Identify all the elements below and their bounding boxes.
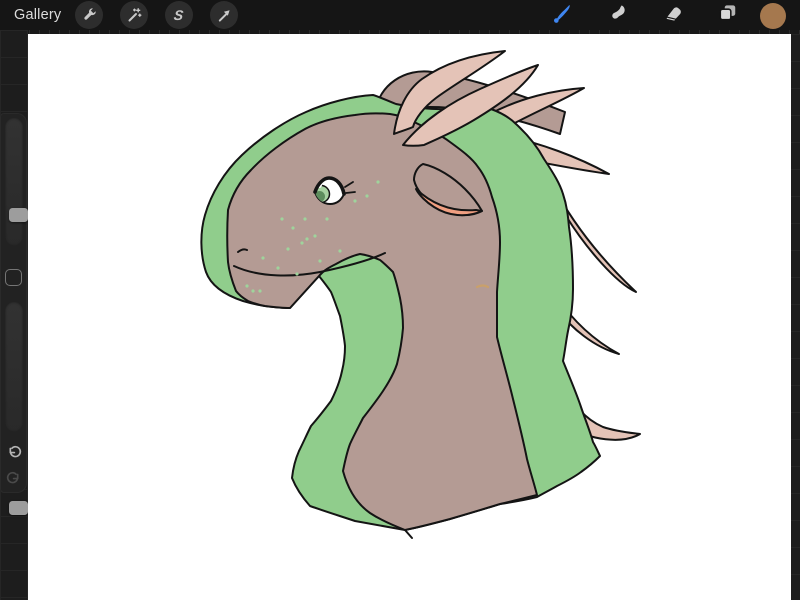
- undo-arrow-icon: [5, 444, 23, 467]
- s-curve-icon: S: [173, 7, 185, 23]
- top-toolbar: Gallery S: [0, 0, 800, 30]
- cursor-arrow-icon: [215, 6, 233, 24]
- undo-button[interactable]: [4, 446, 23, 465]
- square-modify-button[interactable]: [5, 269, 22, 286]
- magic-wand-icon: [125, 6, 143, 24]
- paintbrush-icon: [551, 2, 573, 29]
- brush-sidebar: [0, 113, 27, 493]
- brush-opacity-slider-handle[interactable]: [9, 501, 28, 515]
- workspace-right-margin: [791, 34, 800, 600]
- brush-opacity-slider[interactable]: [5, 302, 23, 432]
- redo-arrow-icon: [5, 470, 23, 493]
- paint-tool-button[interactable]: [549, 2, 575, 28]
- drawing-canvas[interactable]: [28, 34, 791, 600]
- eraser-icon: [662, 2, 683, 28]
- layers-button[interactable]: [714, 2, 740, 28]
- actions-button[interactable]: [75, 1, 103, 29]
- dragon-neck-tip-line: [405, 530, 412, 538]
- transform-button[interactable]: [210, 1, 238, 29]
- wrench-icon: [80, 6, 98, 24]
- brush-size-slider-handle[interactable]: [9, 208, 28, 222]
- gallery-button[interactable]: Gallery: [14, 0, 61, 30]
- adjustments-button[interactable]: [120, 1, 148, 29]
- selection-button[interactable]: S: [165, 1, 193, 29]
- smudge-tool-button[interactable]: [604, 2, 630, 28]
- erase-tool-button[interactable]: [659, 2, 685, 28]
- dragon-artwork: [28, 34, 791, 600]
- active-color-swatch[interactable]: [760, 3, 786, 29]
- smudge-finger-icon: [607, 2, 628, 28]
- layers-icon: [717, 2, 738, 28]
- brush-size-slider[interactable]: [5, 118, 23, 246]
- redo-button[interactable]: [4, 472, 23, 491]
